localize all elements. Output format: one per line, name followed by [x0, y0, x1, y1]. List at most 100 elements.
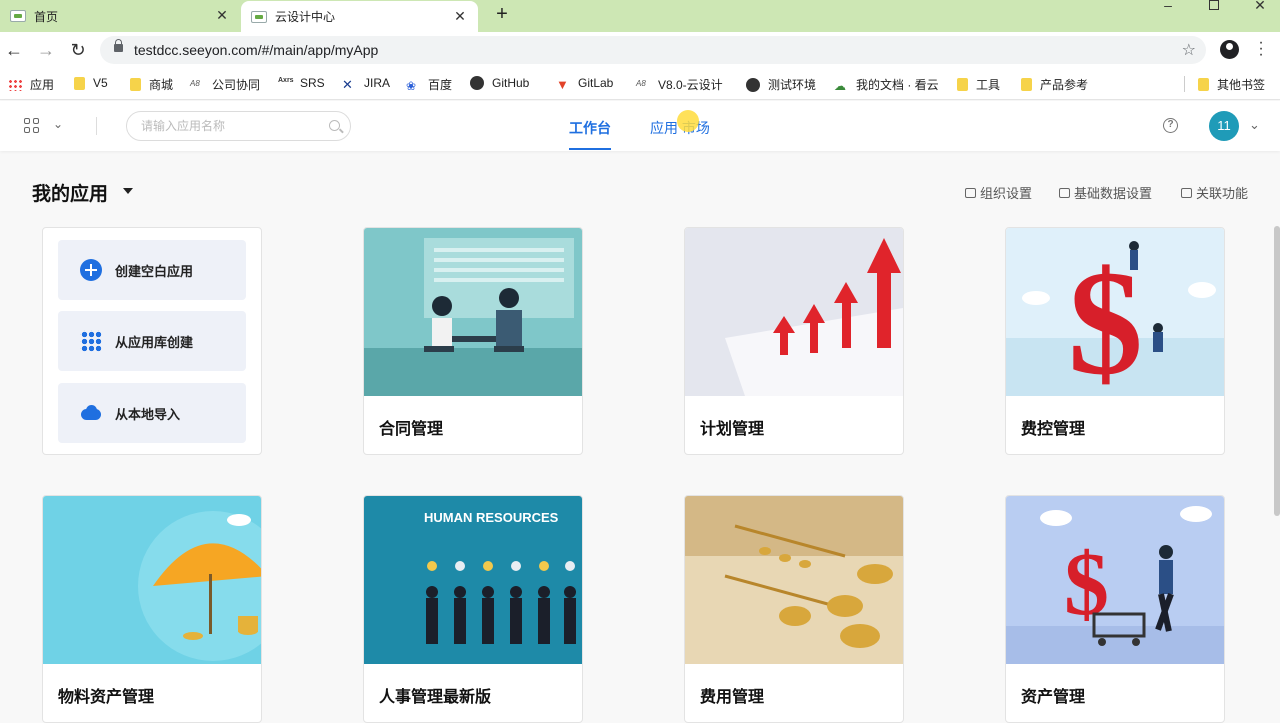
maximize-icon[interactable] [1194, 0, 1234, 32]
url-text: testdcc.seeyon.com/#/main/app/myApp [134, 42, 379, 58]
bookmark-other[interactable]: 其他书签 [1198, 76, 1265, 93]
app-name: 人事管理最新版 [379, 689, 492, 706]
mouse-cursor-highlight [677, 110, 699, 132]
bookmark-label: 产品参考 [1040, 78, 1089, 92]
bookmark-v8-design[interactable]: A8 V8.0-云设计 [636, 76, 723, 93]
button-label: 从本地导入 [115, 406, 181, 422]
app-name: 计划管理 [700, 421, 765, 438]
app-header: ⌄ 请输入应用名称 工作台 应用 市场 ⌄ [0, 101, 1280, 151]
app-name: 费用管理 [700, 689, 765, 706]
bookmark-label: 测试环境 [768, 78, 817, 92]
search-placeholder: 请输入应用名称 [141, 119, 226, 133]
bookmark-label: JIRA [364, 76, 391, 90]
bookmark-my-docs[interactable]: ☁ 我的文档 · 看云 [834, 76, 939, 93]
base-data-settings-link[interactable]: 基础数据设置 [1059, 183, 1152, 202]
browser-menu-icon[interactable]: · · · [1256, 35, 1266, 63]
bookmark-label: SRS [300, 76, 325, 90]
app-thumbnail [364, 228, 582, 396]
link-label: 组织设置 [980, 186, 1033, 201]
create-from-library-button[interactable]: 从应用库创建 [58, 311, 246, 371]
chevron-down-icon[interactable]: ⌄ [53, 117, 63, 131]
bookmark-github[interactable]: GitHub [470, 76, 529, 90]
back-arrow-icon[interactable]: ← [4, 40, 24, 60]
forward-arrow-icon[interactable]: → [36, 40, 56, 60]
related-functions-link[interactable]: 关联功能 [1181, 183, 1248, 202]
app-switcher-grid-icon[interactable] [24, 118, 40, 134]
app-thumbnail [685, 496, 903, 664]
app-thumbnail [685, 228, 903, 396]
bookmark-divider [1184, 76, 1185, 92]
app-name: 合同管理 [379, 421, 444, 438]
caret-down-icon[interactable] [123, 188, 133, 194]
bookmark-label: 工具 [976, 78, 1001, 92]
bookmark-label: GitLab [578, 76, 614, 90]
import-local-button[interactable]: 从本地导入 [58, 383, 246, 443]
new-tab-icon[interactable]: + [492, 4, 512, 25]
globe-icon [746, 77, 760, 92]
help-icon[interactable]: ? [1163, 118, 1178, 133]
bookmark-apps[interactable]: 应用 [8, 76, 54, 93]
a8-icon: A8 [636, 78, 646, 88]
app-card-contract[interactable]: 合同管理 [363, 227, 583, 455]
app-search-input[interactable]: 请输入应用名称 [126, 111, 351, 141]
bookmark-product-ref[interactable]: 产品参考 [1021, 76, 1088, 93]
avatar[interactable]: 11 [1209, 111, 1239, 141]
close-tab-icon[interactable]: ✕ [452, 8, 468, 25]
bookmark-label: V5 [93, 76, 108, 90]
app-name: 资产管理 [1021, 689, 1086, 706]
app-grid-icon [80, 330, 102, 352]
bookmark-jira[interactable]: ✕ JIRA [342, 76, 391, 92]
app-thumbnail: $ [1006, 228, 1224, 396]
bookmark-v5[interactable]: V5 [74, 76, 108, 90]
button-label: 从应用库创建 [115, 334, 194, 350]
reload-icon[interactable]: ↻ [68, 40, 88, 60]
close-window-icon[interactable]: ✕ [1240, 0, 1280, 32]
divider [96, 117, 97, 135]
bookmark-tools[interactable]: 工具 [957, 76, 1000, 93]
bookmarks-bar: 应用 V5 商城 A8 公司协同 Axrs SRS ✕ JIRA ❀ 百度 GitHub… [0, 68, 1280, 100]
create-blank-app-button[interactable]: 创建空白应用 [58, 240, 246, 300]
chevron-down-icon[interactable]: ⌄ [1249, 117, 1260, 133]
link-label: 基础数据设置 [1074, 186, 1153, 201]
bookmark-test-env[interactable]: 测试环境 [746, 76, 816, 93]
bookmark-baidu[interactable]: ❀ 百度 [406, 76, 452, 93]
app-card-asset[interactable]: $ 资产管理 [1005, 495, 1225, 723]
site-favicon-icon [251, 10, 267, 23]
app-card-expense[interactable]: 费用管理 [684, 495, 904, 723]
tab-title: 云设计中心 [275, 10, 336, 24]
org-settings-link[interactable]: 组织设置 [965, 183, 1032, 202]
bookmark-star-icon[interactable]: ☆ [1182, 40, 1196, 60]
browser-tab-strip: 首页 ✕ 云设计中心 ✕ + – ✕ [0, 0, 1280, 32]
gitlab-icon: ▼ [556, 77, 569, 92]
jira-icon: ✕ [342, 77, 353, 92]
minimize-icon[interactable]: – [1148, 0, 1188, 32]
tab-workbench[interactable]: 工作台 [569, 118, 611, 150]
page-scrollbar[interactable] [1274, 226, 1280, 516]
app-card-material-asset[interactable]: 物料资产管理 [42, 495, 262, 723]
app-thumbnail: HUMAN RESOURCES [364, 496, 582, 664]
hr-banner-text: HUMAN RESOURCES [424, 510, 559, 525]
lock-icon [114, 39, 123, 52]
app-thumbnail: $ [1006, 496, 1224, 664]
bookmark-gitlab[interactable]: ▼ GitLab [556, 76, 614, 92]
bookmark-srs[interactable]: Axrs SRS [278, 76, 325, 90]
browser-tab-design-center[interactable]: 云设计中心 ✕ [241, 1, 478, 32]
create-app-panel: 创建空白应用 从应用库创建 从本地导入 [42, 227, 262, 455]
tab-title: 首页 [34, 9, 59, 24]
app-card-hr[interactable]: HUMAN RESOURCES 人事管理最新版 [363, 495, 583, 723]
search-icon[interactable] [329, 120, 340, 131]
close-tab-icon[interactable]: ✕ [214, 8, 230, 24]
bookmark-label: 百度 [428, 78, 453, 92]
bookmark-collab[interactable]: A8 公司协同 [190, 76, 260, 93]
bookmark-label: 其他书签 [1217, 78, 1266, 92]
folder-icon [957, 78, 968, 91]
cloud-upload-icon [80, 402, 102, 424]
app-card-plan[interactable]: 计划管理 [684, 227, 904, 455]
profile-icon[interactable] [1220, 40, 1239, 59]
browser-tab-home[interactable]: 首页 ✕ [0, 0, 240, 32]
svg-text:$: $ [1064, 535, 1109, 634]
app-card-expense-control[interactable]: $ 费控管理 [1005, 227, 1225, 455]
folder-icon [1021, 78, 1032, 91]
url-field[interactable]: testdcc.seeyon.com/#/main/app/myApp ☆ [100, 36, 1206, 64]
bookmark-mall[interactable]: 商城 [130, 76, 173, 93]
